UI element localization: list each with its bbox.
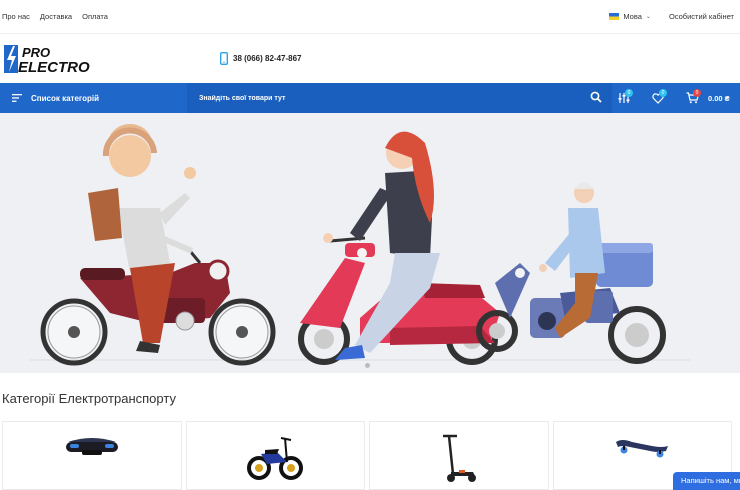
- categories-menu-button[interactable]: Список категорій: [0, 83, 176, 113]
- hero-banner[interactable]: [0, 113, 740, 373]
- phone-icon: [220, 52, 228, 65]
- compare-count-badge: 0: [625, 89, 633, 97]
- account-link[interactable]: Особистий кабінет: [669, 12, 734, 21]
- category-card-electric-scooter[interactable]: [369, 421, 549, 490]
- language-selector[interactable]: Мова ⌄: [609, 12, 651, 21]
- electric-skateboard-image: [616, 440, 669, 458]
- phone-number: 38 (066) 82-47-867: [233, 54, 302, 63]
- top-bar: Про нас Доставка Оплата Мова ⌄ Особистий…: [0, 0, 740, 34]
- header: PRO ELECTRO 38 (066) 82-47-867: [0, 35, 740, 83]
- cart-button[interactable]: 0: [680, 83, 704, 113]
- compare-button[interactable]: 0: [612, 83, 636, 113]
- header-actions: 0 0 0 0.00 ₴: [612, 83, 730, 113]
- search-input[interactable]: [199, 94, 579, 102]
- cart-count-badge: 0: [693, 89, 701, 97]
- top-nav: Про нас Доставка Оплата: [2, 12, 108, 21]
- category-card-hoverboard[interactable]: [2, 421, 182, 490]
- logo-text-electro: ELECTRO: [18, 59, 90, 75]
- search-bar: [187, 83, 612, 113]
- menu-icon: [12, 94, 22, 102]
- chat-widget-button[interactable]: Напишіть нам, ми: [673, 472, 740, 490]
- phone-contact[interactable]: 38 (066) 82-47-867: [220, 52, 302, 65]
- ukraine-flag-icon: [609, 13, 620, 20]
- top-right: Мова ⌄ Особистий кабінет: [609, 12, 734, 21]
- category-card-electric-bike[interactable]: [185, 421, 365, 490]
- language-label: Мова: [623, 12, 642, 21]
- logo-text-pro: PRO: [22, 45, 50, 60]
- nav-link-payment[interactable]: Оплата: [82, 12, 108, 21]
- kick-scooter-image: [442, 434, 476, 482]
- main-navbar: Список категорій 0 0: [0, 83, 740, 113]
- categories-label: Список категорій: [31, 93, 100, 103]
- nav-link-about[interactable]: Про нас: [2, 12, 30, 21]
- electric-chopper-image: [247, 437, 304, 480]
- wishlist-button[interactable]: 0: [646, 83, 670, 113]
- cart-total[interactable]: 0.00 ₴: [708, 94, 730, 103]
- nav-link-delivery[interactable]: Доставка: [40, 12, 72, 21]
- search-icon[interactable]: [590, 91, 602, 103]
- chevron-down-icon: ⌄: [645, 14, 651, 20]
- hero-illustration: [30, 123, 690, 366]
- categories-section-title: Категорії Електротранспорту: [2, 391, 176, 406]
- slider-dot-active[interactable]: [365, 363, 370, 368]
- category-cards: [2, 421, 732, 490]
- hoverboard-image: [65, 438, 118, 455]
- logo[interactable]: PRO ELECTRO: [2, 43, 106, 75]
- wishlist-count-badge: 0: [659, 89, 667, 97]
